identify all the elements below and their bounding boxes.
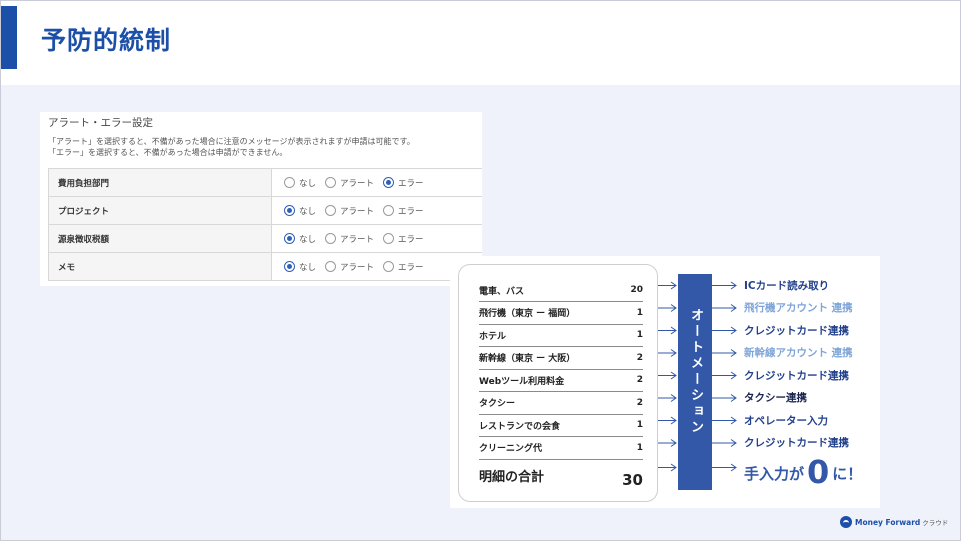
settings-row-options: なし アラート エラー xyxy=(272,197,482,224)
radio-button[interactable] xyxy=(325,177,337,188)
settings-description: 「アラート」を選択すると、不備があった場合に注意のメッセージが表示されますが申請… xyxy=(48,136,415,158)
automation-result-label: クレジットカード連携 xyxy=(744,369,849,382)
radio-option[interactable]: なし xyxy=(284,205,316,217)
radio-option-label: なし xyxy=(299,234,317,245)
radio-button[interactable] xyxy=(383,177,395,188)
zero-manual-input-message: 手入力が 0 に！ xyxy=(744,456,862,488)
radio-button[interactable] xyxy=(284,233,295,244)
page-title: 予防的統制 xyxy=(41,26,172,55)
money-forward-logo-icon xyxy=(840,516,852,528)
automation-result-label: ICカード読み取り xyxy=(744,279,830,292)
logo-brand: Money Forward xyxy=(855,517,921,527)
money-forward-logo: Money Forward クラウド xyxy=(840,516,948,528)
radio-option-label: アラート xyxy=(340,206,375,217)
radio-option[interactable]: アラート xyxy=(325,261,374,273)
radio-option-label: アラート xyxy=(340,262,375,273)
settings-row: プロジェクト なし アラート エラー xyxy=(48,197,482,225)
radio-option-label: エラー xyxy=(398,262,424,273)
settings-desc-line-1: 「アラート」を選択すると、不備があった場合に注意のメッセージが表示されますが申請… xyxy=(48,137,415,146)
radio-button[interactable] xyxy=(284,205,295,216)
radio-button[interactable] xyxy=(383,233,395,244)
radio-option[interactable]: アラート xyxy=(325,205,374,217)
radio-option-label: エラー xyxy=(398,206,424,217)
settings-row-options: なし アラート エラー xyxy=(272,225,482,252)
radio-option-label: エラー xyxy=(398,234,424,245)
radio-button[interactable] xyxy=(383,205,395,216)
logo-suffix: クラウド xyxy=(922,519,949,527)
automation-result-label: 新幹線アカウント 連携 xyxy=(744,347,853,359)
radio-button[interactable] xyxy=(325,233,337,244)
settings-row-label: プロジェクト xyxy=(48,197,272,224)
settings-row-options: なし アラート エラー xyxy=(272,169,482,196)
radio-button[interactable] xyxy=(383,261,395,272)
automation-result-label: クレジットカード連携 xyxy=(744,437,849,449)
automation-result-label: オペレーター入力 xyxy=(744,414,828,427)
slide-header: 予防的統制 xyxy=(1,1,960,85)
header-accent-bar xyxy=(1,6,17,69)
radio-button[interactable] xyxy=(325,261,337,272)
radio-option[interactable]: エラー xyxy=(383,205,424,217)
settings-row: 費用負担部門 なし アラート エラー xyxy=(48,169,482,197)
settings-table: 費用負担部門 なし アラート エラー プロジェクト なし アラート エラー 源泉徴収税額 なし アラ… xyxy=(48,168,482,281)
settings-desc-line-2: 「エラー」を選択すると、不備があった場合は申請ができません。 xyxy=(48,148,288,157)
final-suffix: に！ xyxy=(832,465,863,483)
automation-result-label: 飛行機アカウント 連携 xyxy=(744,302,853,314)
radio-button[interactable] xyxy=(325,205,337,216)
radio-option-label: なし xyxy=(299,206,317,217)
radio-option[interactable]: なし xyxy=(284,261,316,273)
radio-button[interactable] xyxy=(284,261,295,272)
radio-button[interactable] xyxy=(284,177,295,188)
automation-result-label: タクシー連携 xyxy=(744,392,807,404)
radio-option[interactable]: エラー xyxy=(383,261,424,273)
settings-row: メモ なし アラート エラー xyxy=(48,253,482,281)
settings-row-label: メモ xyxy=(48,253,272,280)
radio-option[interactable]: エラー xyxy=(383,233,424,245)
radio-option[interactable]: アラート xyxy=(325,177,374,189)
radio-option[interactable]: なし xyxy=(284,177,316,189)
settings-row-label: 源泉徴収税額 xyxy=(48,225,272,252)
settings-row-label: 費用負担部門 xyxy=(48,169,272,196)
automation-bar: オートメーション xyxy=(678,274,712,490)
settings-row: 源泉徴収税額 なし アラート エラー xyxy=(48,225,482,253)
settings-title: アラート・エラー設定 xyxy=(48,117,153,129)
automation-result-label: クレジットカード連携 xyxy=(744,324,849,337)
radio-option-label: アラート xyxy=(340,234,375,245)
final-prefix: 手入力が xyxy=(744,465,805,483)
radio-option-label: エラー xyxy=(398,178,424,189)
radio-option-label: アラート xyxy=(340,178,375,189)
alert-error-settings-panel: アラート・エラー設定 「アラート」を選択すると、不備があった場合に注意のメッセー… xyxy=(40,112,482,286)
final-number: 0 xyxy=(807,453,830,491)
radio-option[interactable]: エラー xyxy=(383,177,424,189)
radio-option[interactable]: なし xyxy=(284,233,316,245)
radio-option-label: なし xyxy=(299,262,317,273)
automation-bar-label: オートメーション xyxy=(688,308,703,436)
radio-option-label: なし xyxy=(299,178,317,189)
automation-panel: 電車、バス 20 飛行機（東京 ー 福岡） 1 ホテル 1 新幹線（東京 ー 大阪） 2 Web… xyxy=(450,256,880,508)
radio-option[interactable]: アラート xyxy=(325,233,374,245)
